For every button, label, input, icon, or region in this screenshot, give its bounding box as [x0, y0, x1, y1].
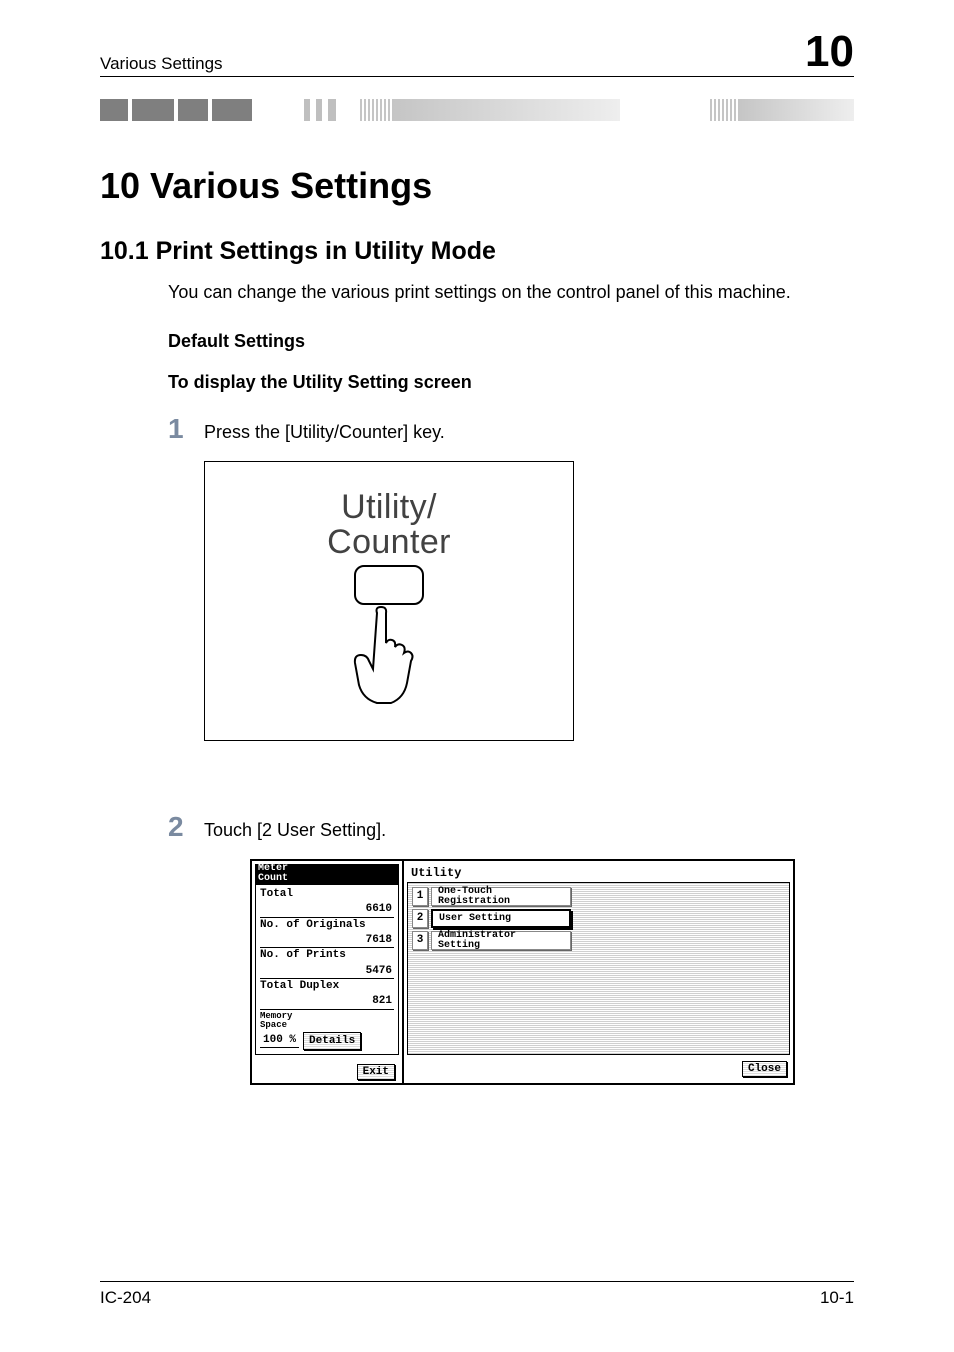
menu-1-number[interactable]: 1 [412, 887, 428, 906]
duplex-label: Total Duplex [260, 979, 394, 993]
duplex-value: 821 [260, 994, 394, 1009]
step-1: 1 Press the [Utility/Counter] key. [168, 413, 854, 445]
originals-value: 7618 [260, 933, 394, 948]
step-1-number: 1 [168, 413, 204, 445]
section-intro-text: You can change the various print setting… [168, 280, 854, 305]
header-chapter-number: 10 [805, 30, 854, 74]
menu-3-administrator-setting[interactable]: Administrator Setting [431, 931, 571, 950]
hand-icon [339, 603, 439, 713]
subsection-default-settings: Default Settings [168, 331, 854, 352]
close-button[interactable]: Close [742, 1061, 787, 1077]
running-header: Various Settings 10 [100, 30, 854, 77]
touchscreen-screenshot: Meter Count Total 6610 No. of Originals … [250, 859, 795, 1085]
step-1-text: Press the [Utility/Counter] key. [204, 422, 445, 443]
menu-3-number[interactable]: 3 [412, 931, 428, 950]
step-2-number: 2 [168, 811, 204, 843]
footer-right: 10-1 [820, 1288, 854, 1308]
key-button-shape [354, 565, 424, 605]
utility-panel-title: Utility [407, 864, 790, 882]
utility-counter-illustration: Utility/ Counter [204, 461, 574, 741]
total-label: Total [260, 887, 394, 901]
step-2: 2 Touch [2 User Setting]. [168, 811, 854, 843]
decorative-strip [100, 99, 854, 121]
meter-count-header: Meter Count [255, 864, 399, 884]
prints-value: 5476 [260, 964, 394, 979]
utility-key-label-line2: Counter [327, 525, 451, 561]
meter-count-panel: Meter Count Total 6610 No. of Originals … [252, 861, 404, 1083]
exit-button[interactable]: Exit [357, 1064, 395, 1080]
footer-left: IC-204 [100, 1288, 151, 1308]
utility-menu-panel: Utility 1 One-Touch Registration 2 User … [404, 861, 793, 1083]
total-value: 6610 [260, 902, 394, 917]
header-left-text: Various Settings [100, 54, 223, 74]
originals-label: No. of Originals [260, 918, 394, 932]
menu-2-user-setting[interactable]: User Setting [431, 909, 571, 928]
chapter-title: 10 Various Settings [100, 165, 854, 207]
details-button[interactable]: Details [303, 1032, 361, 1050]
utility-key-label-line1: Utility/ [341, 490, 437, 526]
memory-percent: 100 % [260, 1033, 299, 1048]
subsection-to-display: To display the Utility Setting screen [168, 372, 854, 393]
prints-label: No. of Prints [260, 948, 394, 962]
memory-space-label: Memory Space [260, 1012, 292, 1030]
page-footer: IC-204 10-1 [100, 1281, 854, 1308]
menu-2-number[interactable]: 2 [412, 909, 428, 928]
step-2-text: Touch [2 User Setting]. [204, 820, 386, 841]
menu-1-one-touch-registration[interactable]: One-Touch Registration [431, 887, 571, 906]
section-title: 10.1 Print Settings in Utility Mode [100, 237, 854, 266]
